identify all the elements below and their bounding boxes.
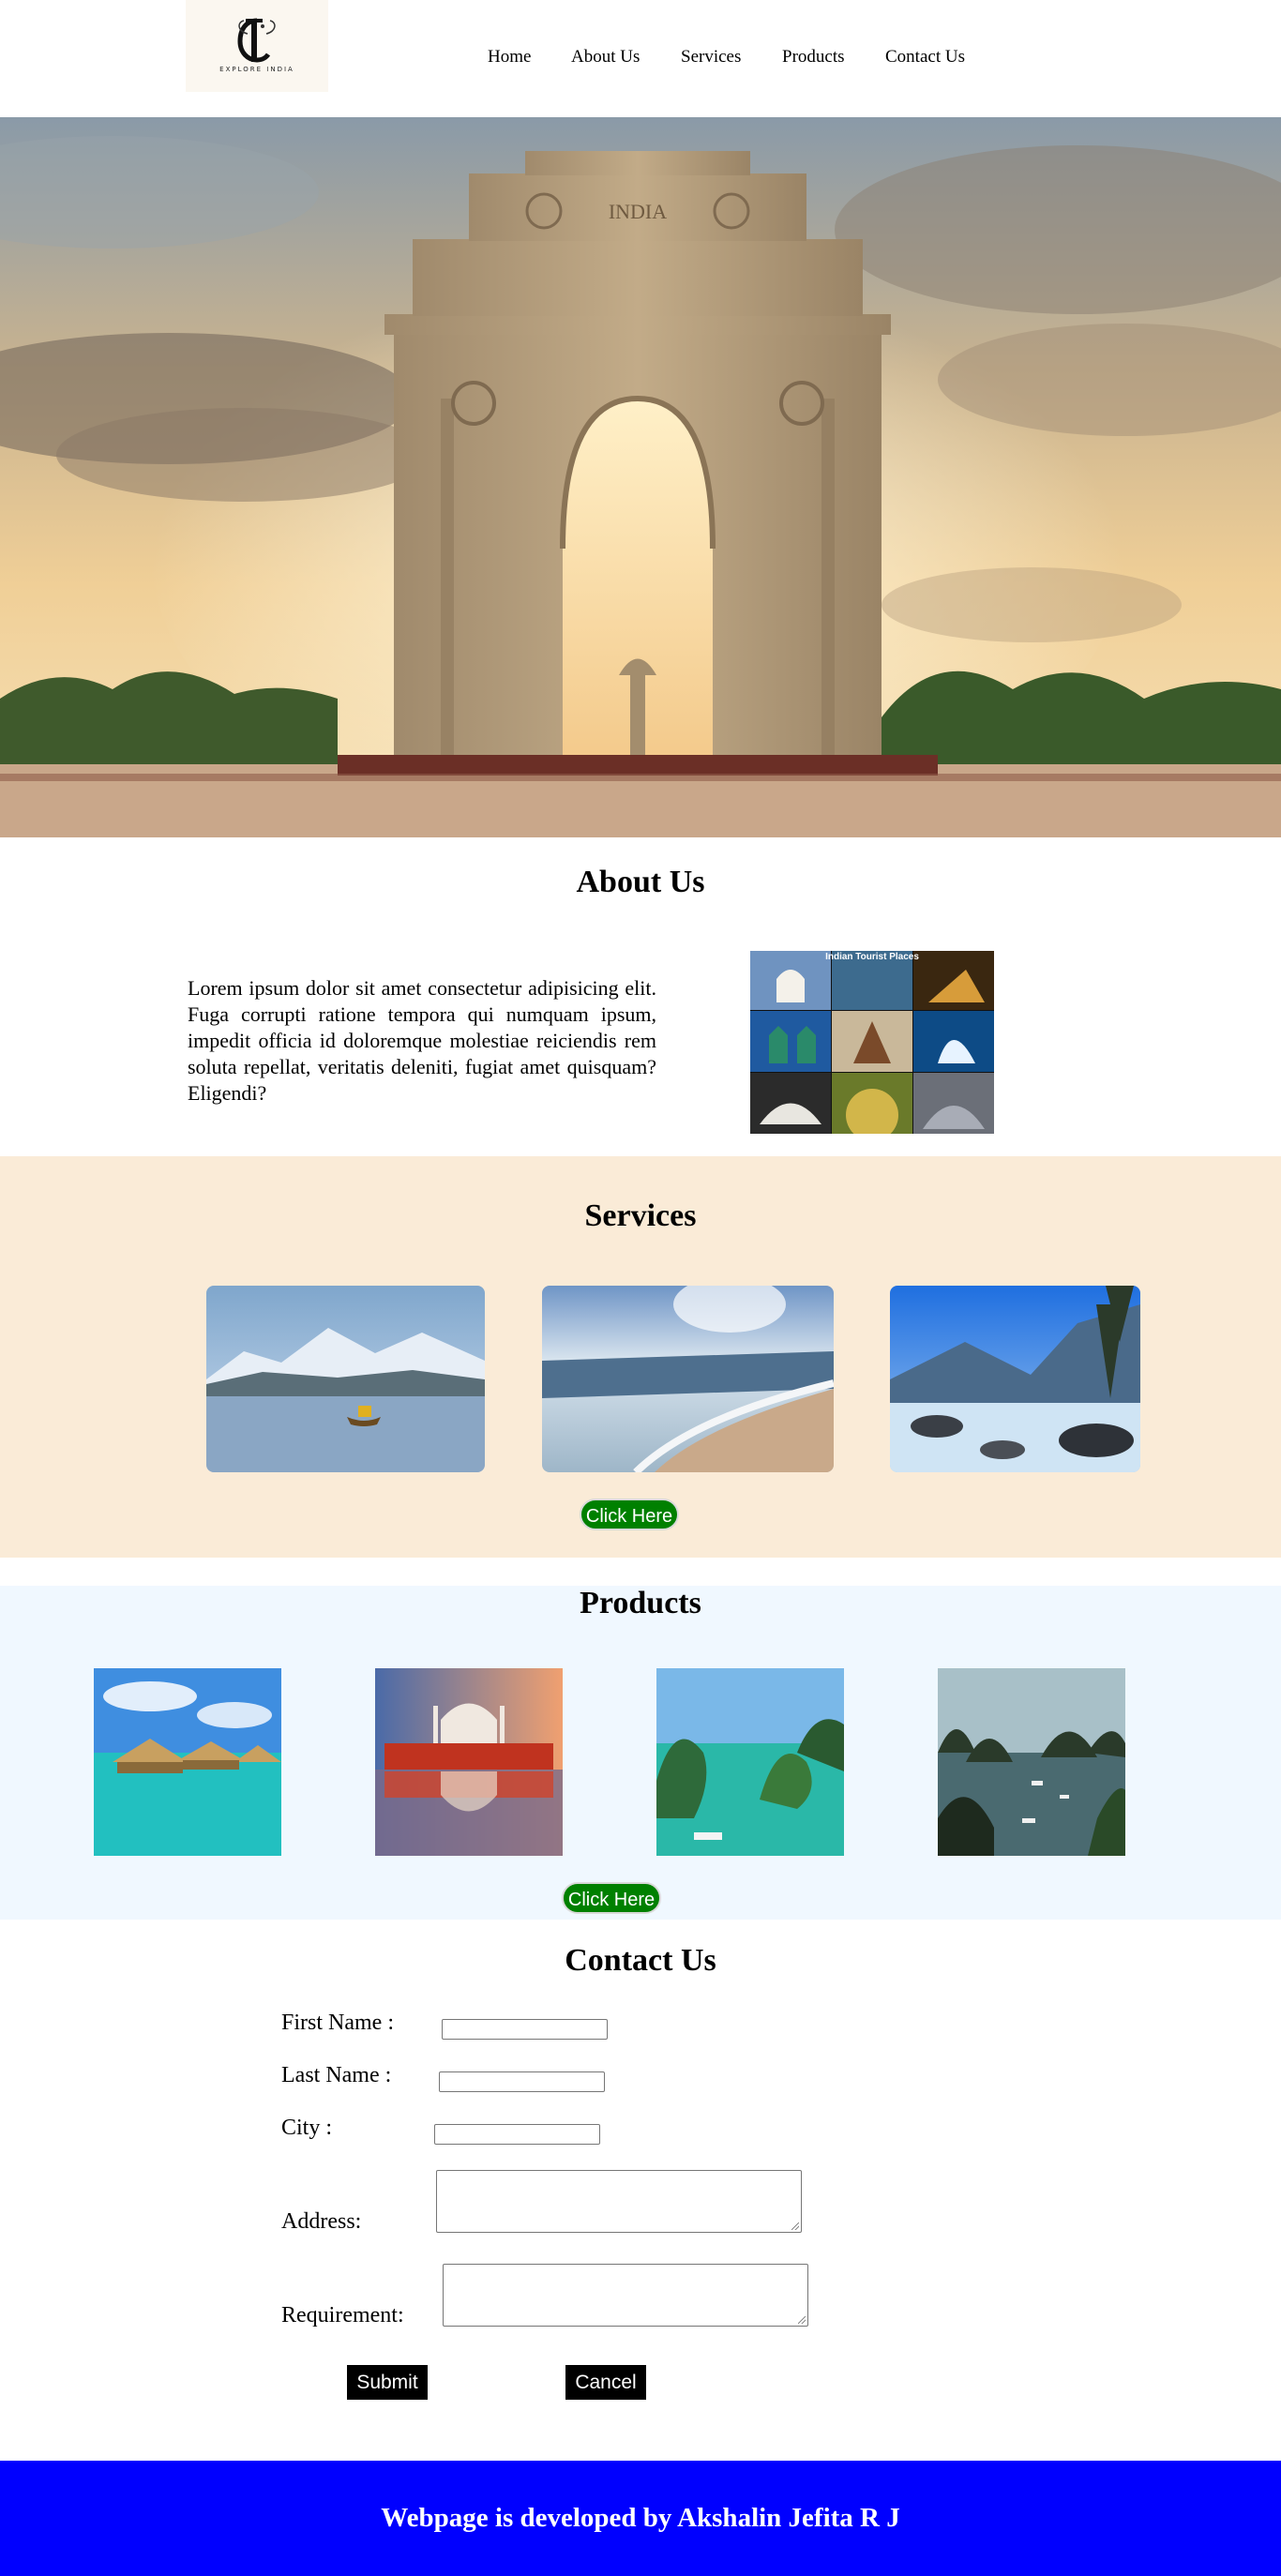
service-card-lake[interactable] [206, 1286, 485, 1472]
product-halong-bay[interactable] [656, 1668, 844, 1856]
requirement-textarea[interactable] [443, 2264, 808, 2327]
product-overwater-bungalows[interactable] [94, 1668, 281, 1856]
product-bay-boats[interactable] [938, 1668, 1125, 1856]
overwater-bungalow-image [94, 1668, 281, 1856]
services-section: Services Click Here [0, 1156, 1281, 1558]
products-title: Products [580, 1586, 701, 1620]
address-label: Address: [281, 2209, 362, 2234]
nav-products[interactable]: Products [782, 47, 845, 68]
nav-about-us[interactable]: About Us [571, 47, 640, 68]
main-nav: Home About Us Services Products Contact … [0, 47, 1281, 71]
products-click-here-button[interactable]: Click Here [562, 1882, 661, 1914]
requirement-label: Requirement: [281, 2303, 404, 2327]
lake-mountain-image [206, 1286, 485, 1472]
hero-inscription: INDIA [609, 200, 667, 223]
first-name-input[interactable] [442, 2019, 608, 2040]
about-title: About Us [576, 865, 705, 899]
service-card-beach[interactable] [542, 1286, 834, 1472]
site-header: EXPLORE INDIA Home About Us Services Pro… [0, 0, 1281, 117]
mountain-river-image [890, 1286, 1140, 1472]
last-name-label: Last Name : [281, 2063, 392, 2087]
submit-button[interactable]: Submit [347, 2365, 428, 2400]
products-section: Products Click Here [0, 1586, 1281, 1920]
taj-mahal-image [375, 1668, 563, 1856]
cancel-button[interactable]: Cancel [565, 2365, 646, 2400]
service-card-river[interactable] [890, 1286, 1140, 1472]
about-body: Lorem ipsum dolor sit amet consectetur a… [188, 976, 656, 1105]
india-gate-image: INDIA [0, 117, 1281, 837]
contact-title: Contact Us [565, 1943, 716, 1978]
hero-banner: INDIA [0, 117, 1281, 837]
city-label: City : [281, 2116, 333, 2140]
nav-home[interactable]: Home [488, 47, 531, 68]
limestone-islands-image [656, 1668, 844, 1856]
first-name-label: First Name : [281, 2011, 394, 2035]
nav-contact-us[interactable]: Contact Us [885, 47, 965, 68]
tourist-places-collage: Indian Tourist Places [750, 951, 994, 1141]
last-name-input[interactable] [439, 2071, 605, 2092]
bay-boats-image [938, 1668, 1125, 1856]
site-footer: Webpage is developed by Akshalin Jefita … [0, 2461, 1281, 2576]
services-title: Services [584, 1198, 697, 1233]
services-click-here-button[interactable]: Click Here [580, 1499, 679, 1530]
collage-caption: Indian Tourist Places [825, 952, 919, 962]
address-textarea[interactable] [436, 2170, 802, 2233]
product-taj-mahal[interactable] [375, 1668, 563, 1856]
site-logo[interactable]: EXPLORE INDIA [186, 0, 328, 92]
city-input[interactable] [434, 2124, 600, 2145]
beach-image [542, 1286, 834, 1472]
footer-credit: Webpage is developed by Akshalin Jefita … [381, 2503, 900, 2533]
nav-services[interactable]: Services [681, 47, 741, 68]
